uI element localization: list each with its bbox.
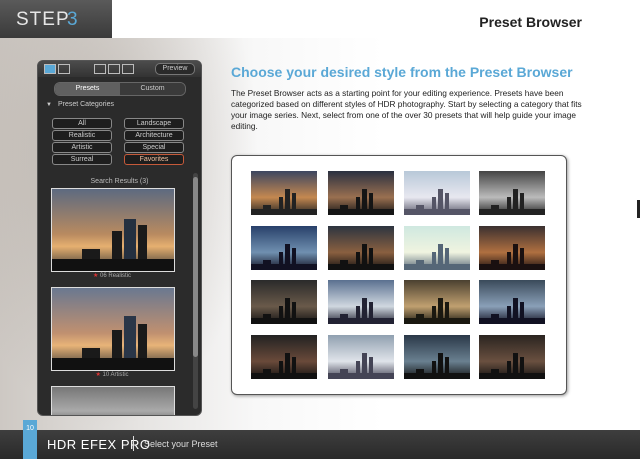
city-photo xyxy=(52,189,174,271)
results-scrollbar[interactable] xyxy=(193,173,198,409)
building-silhouette xyxy=(328,318,394,324)
preset-thumbnail xyxy=(328,226,394,270)
preset-thumbnail xyxy=(479,335,545,379)
building-silhouette xyxy=(251,373,317,379)
preset-thumbnail xyxy=(251,280,317,324)
side-by-side-icon[interactable] xyxy=(122,64,134,74)
building-silhouette xyxy=(404,318,470,324)
preset-thumbnail xyxy=(328,335,394,379)
building-silhouette xyxy=(251,318,317,324)
building-silhouette xyxy=(404,209,470,215)
preview-button[interactable]: Preview xyxy=(155,63,195,75)
single-view-icon[interactable] xyxy=(94,64,106,74)
building-silhouette xyxy=(328,373,394,379)
header-bar: STEP 3 Preset Browser xyxy=(0,0,640,38)
preset-thumbnail xyxy=(251,226,317,270)
split-view-icon[interactable] xyxy=(108,64,120,74)
category-favorites[interactable]: Favorites xyxy=(124,154,184,165)
tab-presets[interactable]: Presets xyxy=(55,83,120,95)
category-surreal[interactable]: Surreal xyxy=(52,154,112,165)
category-artistic[interactable]: Artistic xyxy=(52,142,112,153)
footer-brand: HDR EFEX PRO xyxy=(47,437,151,452)
search-results-label: Search Results (3) xyxy=(90,178,149,185)
category-special[interactable]: Special xyxy=(124,142,184,153)
preset-thumbnail xyxy=(479,226,545,270)
building-silhouette xyxy=(251,264,317,270)
preset-thumbnail xyxy=(328,280,394,324)
categories-header[interactable]: ▼ Preset Categories xyxy=(46,101,114,108)
step-badge: STEP 3 xyxy=(0,0,112,38)
building-silhouette xyxy=(479,264,545,270)
preset-thumbnail xyxy=(328,171,394,215)
star-icon: ★ xyxy=(92,273,101,279)
building-silhouette xyxy=(251,209,317,215)
category-architecture[interactable]: Architecture xyxy=(124,130,184,141)
page-title: Preset Browser xyxy=(479,14,582,30)
panel-toolbar: Preview xyxy=(38,61,201,77)
categories-header-label: Preset Categories xyxy=(57,101,114,108)
building-silhouette xyxy=(404,264,470,270)
preset-thumbnail xyxy=(251,171,317,215)
star-icon: ★ xyxy=(95,372,103,378)
result-thumbnail[interactable] xyxy=(51,188,175,272)
scrollbar-thumb[interactable] xyxy=(193,177,198,357)
preset-thumbnail xyxy=(404,280,470,324)
city-photo xyxy=(52,288,174,370)
step-number: 3 xyxy=(67,9,78,30)
section-heading: Choose your desired style from the Prese… xyxy=(231,64,573,80)
result-thumbnail[interactable] xyxy=(51,287,175,371)
list-view-icon[interactable] xyxy=(44,64,56,74)
caret-down-icon: ▼ xyxy=(46,102,52,108)
result-caption: ★ 10 Artistic xyxy=(95,372,129,378)
preset-thumbnail xyxy=(404,335,470,379)
preset-thumbnail xyxy=(404,226,470,270)
category-realistic[interactable]: Realistic xyxy=(52,130,112,141)
grid-view-icon[interactable] xyxy=(58,64,70,74)
category-landscape[interactable]: Landscape xyxy=(124,118,184,129)
preset-thumbnail xyxy=(404,171,470,215)
result-thumbnail[interactable] xyxy=(51,386,175,415)
page-number: 10 xyxy=(26,425,34,432)
preset-grid-figure xyxy=(231,155,567,395)
building-silhouette xyxy=(479,373,545,379)
tab-custom[interactable]: Custom xyxy=(120,83,185,95)
preset-thumbnail xyxy=(479,171,545,215)
building-silhouette xyxy=(479,209,545,215)
footer-section-title: Select your Preset xyxy=(144,439,218,449)
result-caption: ★ 06 Realistic xyxy=(92,273,132,279)
preset-thumbnail xyxy=(479,280,545,324)
body-paragraph: The Preset Browser acts as a starting po… xyxy=(231,88,582,131)
panel-tabs: Presets Custom xyxy=(54,82,186,96)
preset-thumbnail xyxy=(251,335,317,379)
preset-browser-panel: Preview Presets Custom ▼ Preset Categorie… xyxy=(37,60,202,416)
building-silhouette xyxy=(328,209,394,215)
step-label: STEP xyxy=(16,9,70,30)
building-silhouette xyxy=(404,373,470,379)
footer-divider xyxy=(133,436,134,451)
building-silhouette xyxy=(328,264,394,270)
building-silhouette xyxy=(479,318,545,324)
city-photo xyxy=(52,387,174,415)
category-all[interactable]: All xyxy=(52,118,112,129)
